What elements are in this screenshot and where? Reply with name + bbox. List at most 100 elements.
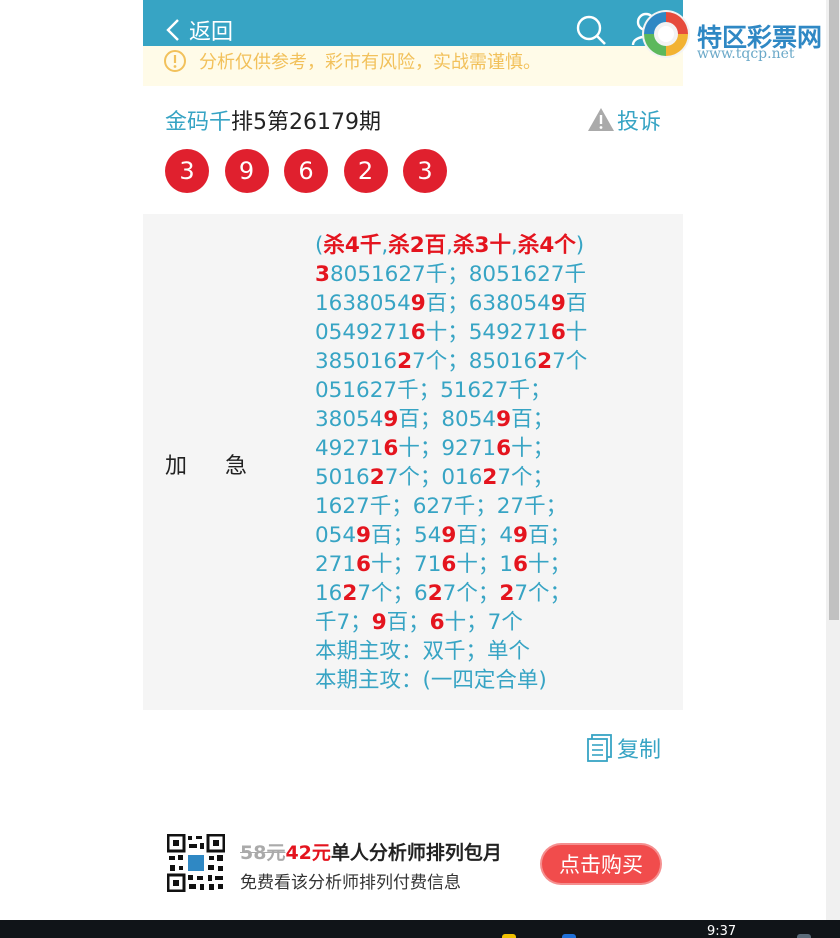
prediction-segment: 49271: [315, 436, 384, 461]
highlight-digit: 杀4千: [323, 233, 382, 258]
result-balls: 39623: [165, 149, 463, 193]
promo-title: 58元42元单人分析师排列包月: [240, 838, 502, 865]
scrollbar[interactable]: [826, 0, 840, 920]
issue-number: 排5第26179期: [231, 110, 381, 135]
highlight-digit: 9: [441, 523, 457, 548]
prediction-line: 本期主攻：(一四定合单): [315, 666, 587, 695]
prediction-segment: 051627千；51627千；: [315, 378, 552, 403]
prediction-segment: 7个；: [497, 465, 555, 490]
prediction-line: 051627千；51627千；: [315, 376, 587, 405]
copy-button[interactable]: 复制: [587, 732, 661, 764]
prediction-segment: 百；: [528, 523, 572, 548]
prediction-segment: 百；: [386, 610, 430, 635]
highlight-digit: 杀4个: [517, 233, 576, 258]
highlight-digit: 杀2百: [388, 233, 447, 258]
prediction-line: 千7；9百；6十；7个: [315, 608, 587, 637]
prediction-segment: ,: [446, 233, 454, 258]
taskbar-app-icon[interactable]: [562, 934, 576, 938]
prediction-segment: 百；54: [371, 523, 442, 548]
prediction-line: 16380549百；6380549百: [315, 289, 587, 318]
prediction-segment: 7个；6: [357, 581, 428, 606]
prediction-line: 501627个；01627个；: [315, 463, 587, 492]
prediction-segment: 百；8054: [398, 407, 497, 432]
highlight-digit: 2: [342, 581, 358, 606]
prediction-segment: ,: [510, 233, 518, 258]
prediction-segment: 271: [315, 552, 357, 577]
highlight-digit: 9: [410, 291, 426, 316]
prediction-panel: 加急 (杀4千,杀2百,杀3十,杀4个) 38051627千；8051627千 16…: [143, 214, 683, 710]
copy-label: 复制: [616, 738, 661, 763]
copy-icon: [587, 734, 612, 762]
prediction-line: 本期主攻：双千；单个: [315, 637, 587, 666]
prediction-line: 492716十；92716十；: [315, 434, 587, 463]
prediction-segment: 16: [315, 581, 343, 606]
issue-title: 金码千排5第26179期: [165, 104, 381, 136]
highlight-digit: 6: [441, 552, 457, 577]
prediction-segment: 十；549271: [425, 320, 551, 345]
prediction-segment: 054: [315, 523, 357, 548]
prediction-line: 1627千；627千；27千；: [315, 492, 587, 521]
info-icon: [164, 50, 186, 72]
prediction-line: 38051627千；8051627千: [315, 260, 587, 289]
taskbar: 9:37: [0, 920, 840, 938]
promo-subtitle: 免费看该分析师排列付费信息: [240, 873, 461, 893]
highlight-digit: 2: [499, 581, 515, 606]
prediction-segment: 百；638054: [425, 291, 551, 316]
prediction-segment: 7个；85016: [412, 349, 538, 374]
highlight-digit: 6: [410, 320, 426, 345]
taskbar-app-icon[interactable]: [502, 934, 516, 938]
highlight-digit: 2: [482, 465, 498, 490]
prediction-segment: 本期主攻：双千；单个: [315, 639, 531, 664]
back-button[interactable]: 返回: [165, 14, 233, 46]
prediction-segment: 7个；: [514, 581, 571, 606]
buy-button[interactable]: 点击购买: [542, 845, 660, 883]
taskbar-tray-icon[interactable]: [797, 934, 811, 938]
prediction-segment: 十: [565, 320, 588, 345]
result-ball: 3: [403, 149, 447, 193]
prediction-line: (杀4千,杀2百,杀3十,杀4个): [315, 231, 587, 260]
highlight-digit: 9: [513, 523, 528, 548]
highlight-digit: 2: [397, 349, 413, 374]
watermark-url: www.tqcp.net: [697, 46, 795, 62]
prediction-segment: 十；: [511, 436, 555, 461]
prediction-segment: 385016: [315, 349, 398, 374]
highlight-digit: 3: [315, 262, 330, 287]
prediction-segment: 百；4: [456, 523, 514, 548]
prediction-segment: 千7；: [315, 610, 372, 635]
highlight-digit: 6: [550, 320, 566, 345]
highlight-digit: 6: [496, 436, 512, 461]
prediction-label: 加急: [165, 454, 286, 479]
promo-title-text: 单人分析师排列包月: [330, 842, 502, 864]
prediction-segment: 7个: [552, 349, 588, 374]
highlight-digit: 6: [383, 436, 399, 461]
highlight-digit: 9: [550, 291, 566, 316]
prediction-segment: 百；: [511, 407, 555, 432]
prediction-segment: 0549271: [315, 320, 411, 345]
highlight-digit: 9: [371, 610, 387, 635]
highlight-digit: 9: [383, 407, 399, 432]
old-price: 58元: [240, 842, 286, 864]
prediction-segment: 1627千；627千；27千；: [315, 494, 568, 519]
prediction-line: 2716十；716十；16十；: [315, 550, 587, 579]
scrollbar-thumb[interactable]: [829, 0, 839, 620]
chevron-left-icon: [166, 19, 179, 41]
prediction-line: 1627个；627个；27个；: [315, 579, 587, 608]
prediction-segment: 1638054: [315, 291, 411, 316]
prediction-segment: ): [575, 233, 585, 258]
prediction-segment: 百: [565, 291, 588, 316]
result-ball: 2: [343, 149, 388, 193]
highlight-digit: 6: [513, 552, 528, 577]
result-ball: 6: [284, 149, 328, 193]
complain-button[interactable]: 投诉: [587, 104, 661, 136]
prediction-segment: 38054: [315, 407, 384, 432]
new-price: 42元: [285, 842, 331, 864]
highlight-digit: 2: [537, 349, 553, 374]
complain-label: 投诉: [616, 110, 661, 135]
prediction-segment: 5016: [315, 465, 370, 490]
prediction-line: 380549百；80549百；: [315, 405, 587, 434]
analyst-link[interactable]: 金码千: [165, 110, 231, 135]
search-icon[interactable]: [575, 14, 607, 46]
notice-text: 分析仅供参考，彩市有风险，实战需谨慎。: [199, 52, 541, 73]
back-label: 返回: [189, 20, 234, 45]
result-ball: 9: [224, 149, 269, 193]
